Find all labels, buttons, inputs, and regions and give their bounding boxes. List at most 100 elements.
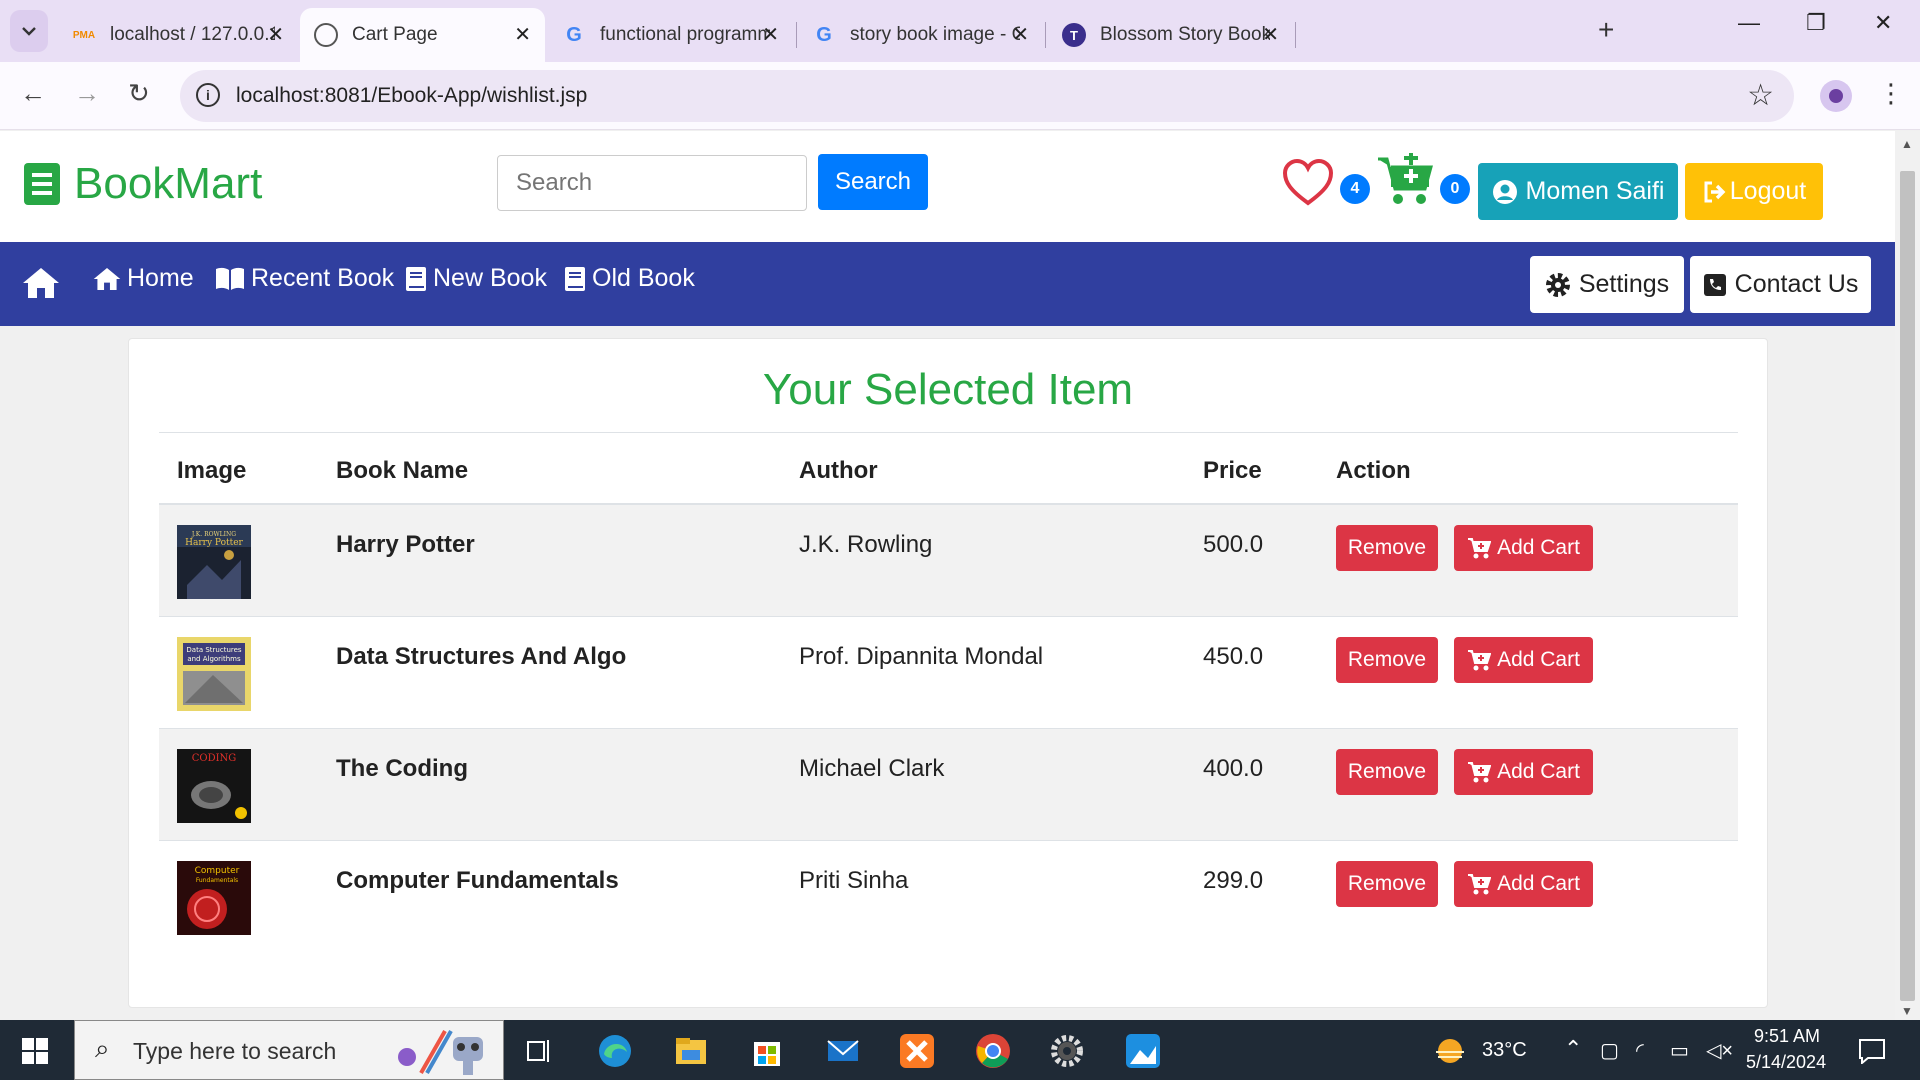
wishlist-heart-icon[interactable]	[1282, 157, 1334, 209]
page-title: Your Selected Item	[762, 365, 1134, 414]
cart-plus-icon[interactable]	[1376, 153, 1434, 207]
nav-new-book[interactable]: New Book	[405, 264, 547, 293]
xampp-icon[interactable]	[898, 1032, 936, 1070]
close-tab-icon[interactable]: ✕	[1262, 22, 1279, 47]
page-scrollbar[interactable]: ▲ ▼	[1895, 131, 1920, 1020]
nav-home[interactable]: Home	[93, 264, 194, 293]
clock-date[interactable]: 5/14/2024	[1746, 1052, 1826, 1073]
cart-plus-icon	[1468, 874, 1492, 895]
nav-old-book[interactable]: Old Book	[564, 264, 695, 293]
notification-center-icon[interactable]	[1858, 1038, 1886, 1064]
cart-plus-icon	[1468, 650, 1492, 671]
tab-story-book-image[interactable]: G story book image - Goog ✕	[798, 8, 1043, 62]
meet-now-icon[interactable]: ▢	[1600, 1038, 1619, 1063]
search-input[interactable]	[497, 155, 807, 211]
clock-time[interactable]: 9:51 AM	[1754, 1026, 1820, 1047]
reload-icon[interactable]: ↻	[128, 78, 150, 109]
close-tab-icon[interactable]: ✕	[762, 22, 779, 47]
windows-taskbar: ⌕ Type here to search 33°C ⌃ ▢ ◜ ▭ ◁× 9:…	[0, 1020, 1920, 1080]
add-cart-button[interactable]: Add Cart	[1454, 861, 1593, 907]
address-bar-row: ← → ↻ i localhost:8081/Ebook-App/wishlis…	[0, 62, 1920, 130]
tab-search-button[interactable]	[10, 10, 48, 52]
remove-button[interactable]: Remove	[1336, 861, 1438, 907]
tab-cart-page[interactable]: Cart Page ✕	[300, 8, 545, 62]
cart-plus-icon	[1468, 538, 1492, 559]
bookmark-star-icon[interactable]: ☆	[1747, 78, 1774, 113]
add-cart-button[interactable]: Add Cart	[1454, 637, 1593, 683]
profile-avatar-icon[interactable]	[1820, 80, 1852, 112]
site-logo[interactable]: BookMart	[24, 159, 262, 209]
back-arrow-icon[interactable]: ←	[20, 78, 46, 109]
settings-button[interactable]: Settings	[1530, 256, 1684, 313]
chevron-up-icon[interactable]: ⌃	[1564, 1036, 1582, 1062]
weather-sun-icon[interactable]	[1432, 1036, 1468, 1066]
windows-start-icon[interactable]	[22, 1038, 48, 1064]
restore-icon[interactable]: ❐	[1806, 10, 1826, 36]
home-icon[interactable]	[22, 267, 60, 299]
search-button[interactable]: Search	[818, 154, 928, 210]
contact-us-button[interactable]: Contact Us	[1690, 256, 1871, 313]
tab-phpmyadmin[interactable]: PMA localhost / 127.0.0.1 / ebo ✕	[58, 8, 298, 62]
edge-browser-icon[interactable]	[596, 1032, 634, 1070]
remove-button[interactable]: Remove	[1336, 525, 1438, 571]
add-cart-button[interactable]: Add Cart	[1454, 749, 1593, 795]
wifi-icon[interactable]: ◜	[1636, 1038, 1644, 1063]
search-icon: ⌕	[95, 1033, 110, 1063]
site-icon: T	[1062, 23, 1086, 47]
tab-blossom-story-books[interactable]: T Blossom Story Books - B ✕	[1048, 8, 1293, 62]
minimize-icon[interactable]: —	[1738, 10, 1760, 36]
site-info-icon[interactable]: i	[196, 83, 220, 107]
book-name: The Coding	[336, 755, 468, 782]
close-window-icon[interactable]: ✕	[1874, 10, 1892, 36]
web-page: BookMart Search 4 0 Momen Saifi	[0, 131, 1895, 1020]
tab-separator	[1295, 22, 1296, 48]
url-text[interactable]: localhost:8081/Ebook-App/wishlist.jsp	[236, 84, 587, 108]
remove-button[interactable]: Remove	[1336, 749, 1438, 795]
tab-functional-programming[interactable]: G functional programming ✕	[548, 8, 793, 62]
photos-app-icon[interactable]	[1124, 1032, 1162, 1070]
phpmyadmin-icon: PMA	[72, 29, 96, 41]
task-view-icon[interactable]	[520, 1032, 558, 1070]
chrome-icon[interactable]	[974, 1032, 1012, 1070]
table-row: Data Structures and Algorithms Data Stru…	[159, 617, 1738, 729]
url-bar[interactable]: i localhost:8081/Ebook-App/wishlist.jsp …	[180, 70, 1794, 122]
browser-menu-icon[interactable]: ⋮	[1878, 78, 1904, 109]
mail-icon[interactable]	[824, 1032, 862, 1070]
remove-button[interactable]: Remove	[1336, 637, 1438, 683]
tab-separator	[796, 22, 797, 48]
close-tab-icon[interactable]: ✕	[1012, 22, 1029, 47]
user-name: Momen Saifi	[1525, 177, 1665, 205]
svg-text:Harry Potter: Harry Potter	[185, 538, 243, 548]
book-icon	[406, 266, 426, 291]
column-header-author: Author	[799, 457, 878, 484]
cart-count-badge: 0	[1440, 174, 1470, 204]
svg-text:J.K. ROWLING: J.K. ROWLING	[191, 531, 236, 538]
volume-muted-icon[interactable]: ◁×	[1706, 1038, 1733, 1063]
close-tab-icon[interactable]: ✕	[514, 22, 531, 47]
settings-gear-app-icon[interactable]	[1048, 1032, 1086, 1070]
book-price: 299.0	[1203, 867, 1264, 894]
close-tab-icon[interactable]: ✕	[267, 22, 284, 47]
logo-text: BookMart	[74, 159, 263, 208]
forward-arrow-icon[interactable]: →	[74, 78, 100, 109]
column-header-book-name: Book Name	[336, 457, 469, 484]
battery-icon[interactable]: ▭	[1670, 1038, 1689, 1063]
add-cart-button[interactable]: Add Cart	[1454, 525, 1593, 571]
user-profile-button[interactable]: Momen Saifi	[1478, 163, 1678, 220]
weather-temperature[interactable]: 33°C	[1482, 1039, 1527, 1062]
scroll-down-arrow-icon[interactable]: ▼	[1901, 1004, 1913, 1018]
nav-recent-book[interactable]: Recent Book	[215, 264, 394, 293]
scroll-up-arrow-icon[interactable]: ▲	[1901, 137, 1913, 151]
chevron-down-icon	[22, 27, 36, 36]
taskbar-search-box[interactable]: ⌕ Type here to search	[74, 1020, 504, 1080]
svg-text:CODING: CODING	[192, 753, 237, 764]
book-author: Priti Sinha	[799, 867, 909, 894]
book-author: Prof. Dipannita Mondal	[799, 643, 1044, 670]
search-highlight-icon	[398, 1030, 483, 1075]
microsoft-store-icon[interactable]	[748, 1032, 786, 1070]
new-tab-button[interactable]: +	[1598, 14, 1614, 46]
file-explorer-icon[interactable]	[672, 1032, 710, 1070]
scrollbar-thumb[interactable]	[1900, 171, 1915, 1001]
column-header-price: Price	[1203, 457, 1262, 484]
logout-button[interactable]: Logout	[1685, 163, 1823, 220]
